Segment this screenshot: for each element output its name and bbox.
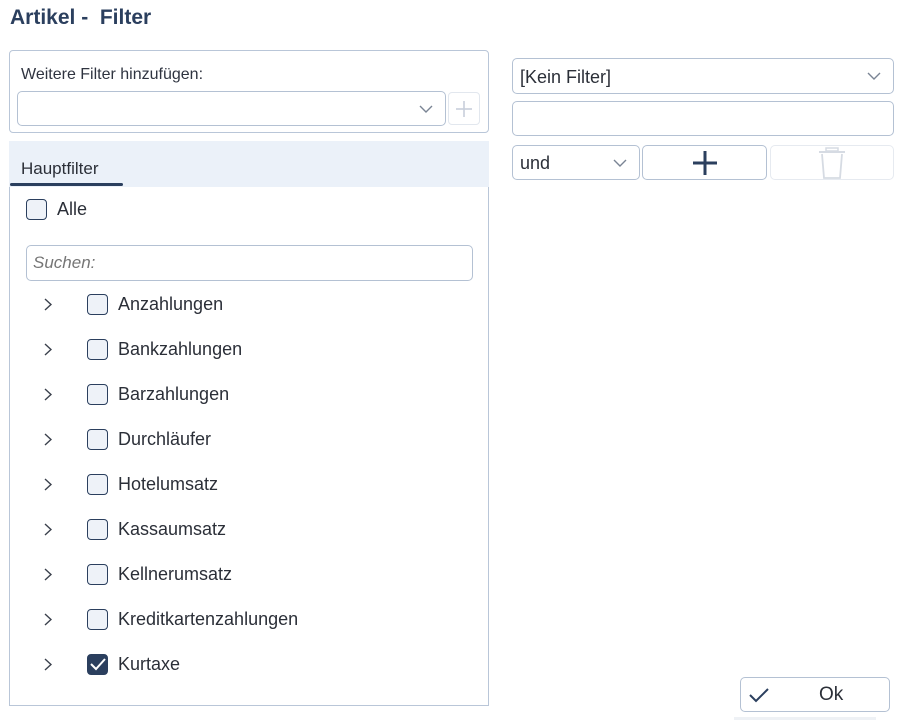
- plus-icon: [692, 150, 717, 175]
- select-all-label: Alle: [57, 199, 88, 219]
- plus-icon: [456, 100, 472, 117]
- delete-condition-button[interactable]: [770, 145, 894, 180]
- tree-item[interactable]: Kurtaxe: [40, 650, 480, 680]
- tree-item-label: Kellnerumsatz: [118, 564, 233, 584]
- chevron-right-icon[interactable]: [44, 523, 52, 536]
- tree-item[interactable]: Kellnerumsatz: [40, 560, 480, 590]
- tree-item-label: Hotelumsatz: [118, 474, 219, 494]
- checkmark-icon: [89, 658, 106, 671]
- ok-button-shadow: [734, 717, 876, 720]
- filter-field-select[interactable]: [Kein Filter]: [512, 58, 894, 94]
- tree-item-label: Barzahlungen: [118, 384, 230, 404]
- tree-item-checkbox[interactable]: [87, 564, 108, 585]
- page-title: Artikel - Filter: [10, 6, 152, 29]
- search-input[interactable]: [26, 245, 473, 281]
- filter-field-value: [Kein Filter]: [520, 67, 612, 87]
- chevron-right-icon[interactable]: [44, 388, 52, 401]
- chevron-right-icon[interactable]: [44, 298, 52, 311]
- filter-value-input[interactable]: [512, 101, 894, 136]
- tree-item-label: Kreditkartenzahlungen: [118, 609, 299, 629]
- tree-item-checkbox[interactable]: [87, 519, 108, 540]
- tree-item-checkbox[interactable]: [87, 609, 108, 630]
- add-filter-select[interactable]: [17, 91, 446, 126]
- tree-item[interactable]: Anzahlungen: [40, 290, 480, 320]
- tree-item[interactable]: Bankzahlungen: [40, 335, 480, 365]
- checkmark-icon: [749, 688, 769, 703]
- tab-hauptfilter[interactable]: Hauptfilter: [21, 159, 98, 179]
- tree-item-label: Anzahlungen: [118, 294, 224, 314]
- add-filter-button[interactable]: [448, 92, 480, 125]
- chevron-right-icon[interactable]: [44, 568, 52, 581]
- chevron-right-icon[interactable]: [44, 613, 52, 626]
- add-filter-label: Weitere Filter hinzufügen:: [21, 66, 204, 83]
- tree-item[interactable]: Hotelumsatz: [40, 470, 480, 500]
- chevron-down-icon: [613, 159, 627, 167]
- tree-item[interactable]: Kreditkartenzahlungen: [40, 605, 480, 635]
- operator-select[interactable]: und: [512, 145, 640, 180]
- ok-button-label: Ok: [819, 684, 844, 705]
- add-condition-button[interactable]: [642, 145, 767, 180]
- chevron-right-icon[interactable]: [44, 433, 52, 446]
- tree-item-checkbox[interactable]: [87, 384, 108, 405]
- chevron-right-icon[interactable]: [44, 343, 52, 356]
- tree-item-checkbox[interactable]: [87, 429, 108, 450]
- tree-item-label: Kurtaxe: [118, 654, 181, 674]
- trash-icon: [819, 146, 845, 179]
- tree-item[interactable]: Barzahlungen: [40, 380, 480, 410]
- select-all-checkbox[interactable]: [26, 199, 47, 220]
- tree-item-checkbox[interactable]: [87, 474, 108, 495]
- tree-item-checkbox[interactable]: [87, 654, 108, 675]
- tree-item-label: Kassaumsatz: [118, 519, 227, 539]
- active-tab-indicator: [10, 183, 123, 186]
- chevron-down-icon: [419, 105, 433, 113]
- tree-item-checkbox[interactable]: [87, 294, 108, 315]
- ok-button[interactable]: Ok: [740, 677, 890, 712]
- tree-item-label: Durchläufer: [118, 429, 212, 449]
- tree-item-label: Bankzahlungen: [118, 339, 243, 359]
- chevron-down-icon: [867, 72, 881, 80]
- tree-item[interactable]: Kassaumsatz: [40, 515, 480, 545]
- chevron-right-icon[interactable]: [44, 478, 52, 491]
- tree-item[interactable]: Durchläufer: [40, 425, 480, 455]
- operator-value: und: [520, 153, 551, 173]
- tree-item-checkbox[interactable]: [87, 339, 108, 360]
- chevron-right-icon[interactable]: [44, 658, 52, 671]
